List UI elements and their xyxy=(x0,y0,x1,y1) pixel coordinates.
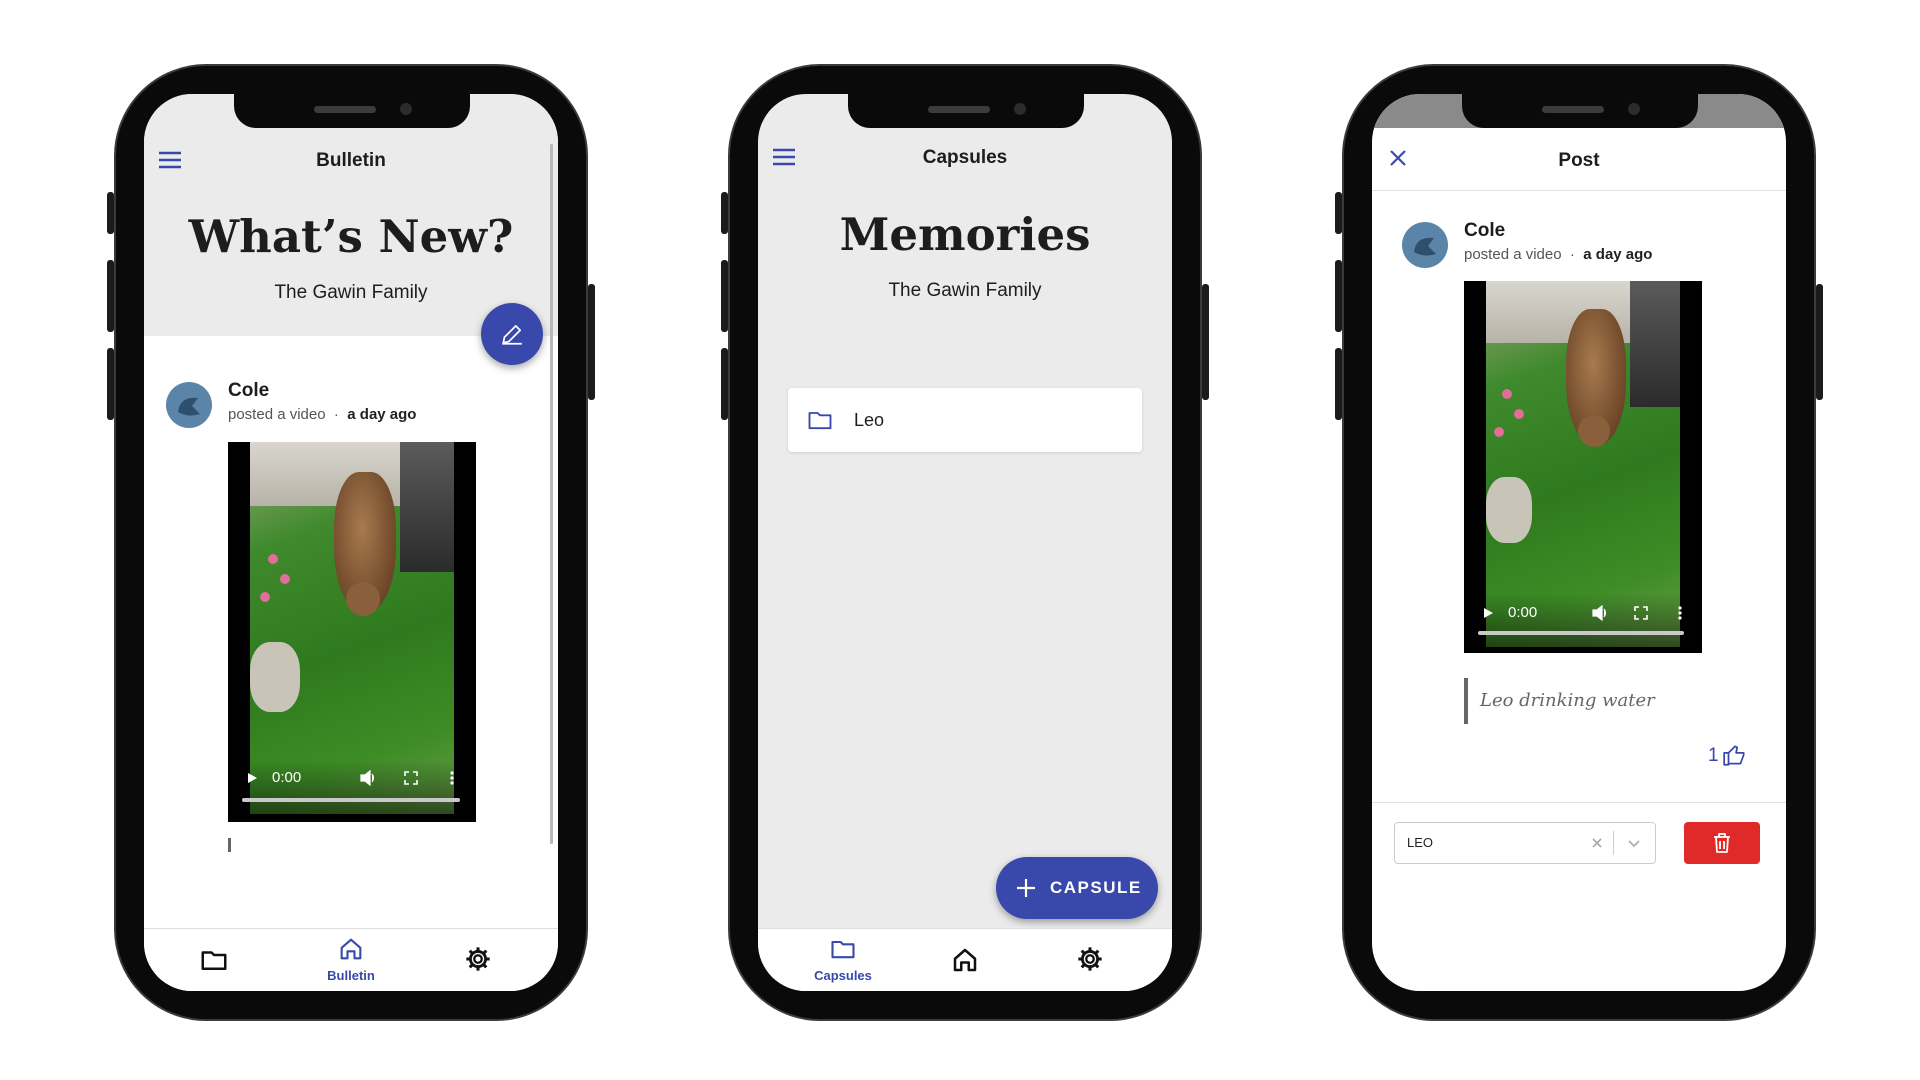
nav-settings[interactable] xyxy=(438,945,518,978)
post-caption: Leo drinking water xyxy=(1464,678,1655,724)
notch xyxy=(1462,94,1698,128)
page-title: Bulletin xyxy=(316,150,386,171)
folder-icon xyxy=(831,940,855,959)
post-meta: posted a video · a day ago xyxy=(228,406,417,423)
chevron-down-icon[interactable] xyxy=(1627,836,1641,850)
fullscreen-icon[interactable] xyxy=(404,771,418,785)
nav-capsules[interactable] xyxy=(174,945,254,980)
post-video[interactable]: 0:00 xyxy=(228,442,476,822)
phone-bulletin: Bulletin What’s New? The Gawin Family Co… xyxy=(107,64,595,1021)
thumbs-up-icon[interactable] xyxy=(1722,742,1748,768)
nav-capsules-label: Capsules xyxy=(814,968,872,983)
avatar xyxy=(166,382,212,428)
video-controls xyxy=(1464,593,1702,653)
hero-subtitle: The Gawin Family xyxy=(274,282,428,303)
hero-title: Memories xyxy=(839,208,1091,261)
hero-subtitle: The Gawin Family xyxy=(888,280,1042,301)
capsule-select[interactable]: LEO xyxy=(1394,822,1656,864)
page-title: Post xyxy=(1558,150,1600,171)
hero-title: What’s New? xyxy=(188,210,514,263)
add-capsule-label: CAPSULE xyxy=(1050,878,1142,897)
post-author[interactable]: Cole xyxy=(1464,220,1505,242)
video-controls xyxy=(228,760,476,820)
home-icon xyxy=(340,938,362,960)
volume-icon[interactable] xyxy=(360,770,376,786)
post-meta: posted a video · a day ago xyxy=(1464,246,1653,263)
gear-icon xyxy=(466,947,490,971)
nav-settings[interactable] xyxy=(1050,945,1130,978)
page-title: Capsules xyxy=(922,147,1008,168)
folder-icon xyxy=(808,412,832,430)
notch xyxy=(234,94,470,128)
more-icon[interactable] xyxy=(1678,606,1682,620)
trash-icon xyxy=(1714,833,1730,853)
fullscreen-icon[interactable] xyxy=(1634,606,1648,620)
capsule-item[interactable]: Leo xyxy=(788,388,1142,452)
gear-icon xyxy=(1078,947,1102,971)
bulletin-screen: Bulletin What’s New? The Gawin Family Co… xyxy=(144,94,558,991)
post-author[interactable]: Cole xyxy=(228,380,269,402)
bottom-nav: Bulletin xyxy=(144,928,558,991)
pencil-icon xyxy=(502,325,522,345)
capsule-name: Leo xyxy=(854,410,885,430)
volume-icon[interactable] xyxy=(1592,605,1608,621)
notch xyxy=(848,94,1084,128)
play-icon[interactable] xyxy=(246,772,258,784)
post-video[interactable]: 0:00 xyxy=(1464,281,1702,653)
nav-home[interactable] xyxy=(925,945,1005,980)
video-frame xyxy=(250,442,454,814)
phone-post: Post Cole posted a video · a day ago 0:0… xyxy=(1335,64,1823,1021)
new-post-button[interactable] xyxy=(481,303,543,365)
clear-icon[interactable] xyxy=(1591,837,1603,849)
bottom-nav: Capsules xyxy=(758,928,1172,991)
nav-bulletin-label: Bulletin xyxy=(327,968,375,983)
phone-capsules: Capsules Memories The Gawin Family Leo C… xyxy=(721,64,1209,1021)
avatar xyxy=(1402,222,1448,268)
add-capsule-button[interactable]: CAPSULE xyxy=(996,857,1158,919)
video-time: 0:00 xyxy=(272,769,302,786)
folder-icon xyxy=(201,951,227,970)
nav-capsules[interactable]: Capsules xyxy=(803,935,883,983)
video-progress[interactable] xyxy=(242,798,460,802)
more-icon[interactable] xyxy=(450,771,454,785)
video-time: 0:00 xyxy=(1508,604,1538,621)
video-progress[interactable] xyxy=(1478,631,1684,635)
plus-icon xyxy=(1017,879,1035,897)
delete-button[interactable] xyxy=(1684,822,1760,864)
scrollbar[interactable] xyxy=(550,144,553,844)
capsules-screen: Capsules Memories The Gawin Family Leo C… xyxy=(758,94,1172,991)
play-icon[interactable] xyxy=(1482,607,1494,619)
nav-bulletin[interactable]: Bulletin xyxy=(311,935,391,983)
home-icon xyxy=(953,948,977,972)
like-count: 1 xyxy=(1708,745,1719,766)
post-screen: Post Cole posted a video · a day ago 0:0… xyxy=(1372,94,1786,991)
capsule-select-value: LEO xyxy=(1407,835,1434,850)
